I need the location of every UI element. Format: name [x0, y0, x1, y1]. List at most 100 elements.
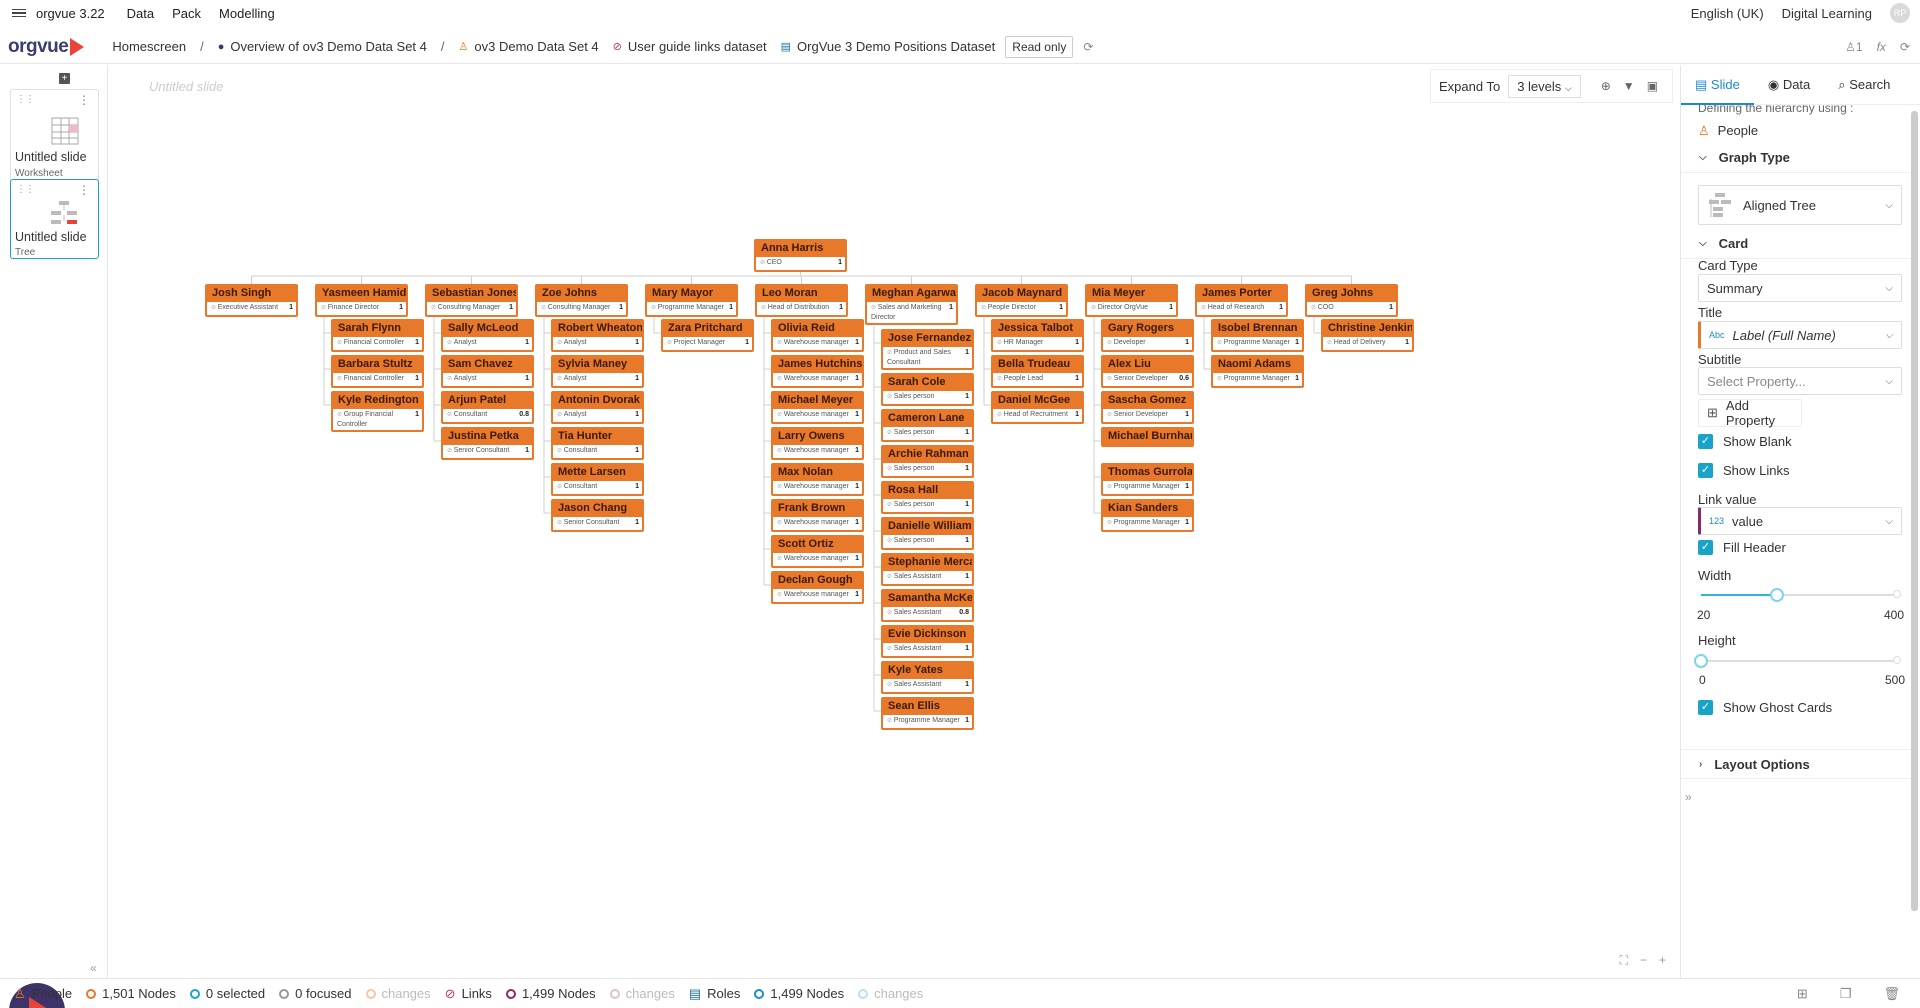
employee-card[interactable]: Frank Brown Warehouse manager1: [771, 499, 864, 532]
employee-card[interactable]: Sam Chavez Analyst1: [441, 355, 534, 388]
title-select[interactable]: Abc Label (Full Name) ⌵: [1698, 321, 1902, 349]
orgvue-logo[interactable]: orgvue: [8, 36, 85, 58]
zoom-in-icon[interactable]: +: [1659, 953, 1666, 968]
department-head-card[interactable]: Zoe Johns Consulting Manager1: [535, 284, 628, 317]
show-ghost-cards-checkbox[interactable]: ✓ Show Ghost Cards: [1698, 700, 1832, 715]
sync-icon[interactable]: ⟳: [1900, 40, 1910, 54]
employee-card[interactable]: Olivia Reid Warehouse manager1: [771, 319, 864, 352]
menu-pack[interactable]: Pack: [172, 6, 201, 21]
employee-card[interactable]: Rosa Hall Sales person1: [881, 481, 974, 514]
collapse-left-icon[interactable]: «: [90, 961, 97, 975]
link-value-select[interactable]: 123 value ⌵: [1698, 507, 1902, 535]
delete-icon[interactable]: 🗑: [1883, 986, 1900, 1002]
department-head-card[interactable]: Mia Meyer Director OrgVue1: [1085, 284, 1178, 317]
employee-card[interactable]: Evie Dickinson Sales Assistant1: [881, 625, 974, 658]
card-type-select[interactable]: Summary ⌵: [1698, 274, 1902, 302]
slide-thumbnail-worksheet[interactable]: ⋮⋮ ⋮ Untitled slide Worksheet: [10, 89, 99, 187]
employee-card[interactable]: Cameron Lane Sales person1: [881, 409, 974, 442]
employee-card[interactable]: Isobel Brennan Programme Manager1: [1211, 319, 1304, 352]
status-roles[interactable]: ▤ Roles: [689, 986, 741, 1002]
employee-card[interactable]: Tia Hunter Consultant1: [551, 427, 644, 460]
tree-canvas[interactable]: Untitled slide ⛶ − + Anna HarrisCEO1Josh…: [108, 65, 1680, 978]
breadcrumb-positions-dataset[interactable]: ▤ OrgVue 3 Demo Positions Dataset: [781, 39, 996, 54]
graph-type-section[interactable]: ⌵ Graph Type: [1681, 143, 1911, 173]
status-links-changes[interactable]: changes: [609, 986, 675, 1001]
slide-thumbnail-tree[interactable]: ⋮⋮ ⋮ Untitled slide Tree: [10, 179, 99, 259]
status-changes[interactable]: changes: [365, 986, 431, 1001]
department-head-card[interactable]: Jacob Maynard People Director1: [975, 284, 1068, 317]
zoom-out-icon[interactable]: −: [1640, 953, 1647, 968]
employee-card[interactable]: Sean Ellis Programme Manager1: [881, 697, 974, 730]
employee-card[interactable]: Arjun Patel Consultant0.8: [441, 391, 534, 424]
add-node-icon[interactable]: ⊞: [1797, 986, 1808, 1002]
employee-card[interactable]: Scott Ortiz Warehouse manager1: [771, 535, 864, 568]
show-links-checkbox[interactable]: ✓ Show Links: [1698, 463, 1789, 478]
department-head-card[interactable]: Josh Singh Executive Assistant1: [205, 284, 298, 317]
tab-search[interactable]: ⌕ Search: [1824, 65, 1904, 105]
department-head-card[interactable]: Mary Mayor Programme Manager1: [645, 284, 738, 317]
employee-card[interactable]: Sascha Gomez Senior Developer1: [1101, 391, 1194, 424]
language-selector[interactable]: English (UK): [1691, 6, 1764, 21]
department-head-card[interactable]: Meghan Agarwal Sales and Marketing Direct…: [865, 284, 958, 325]
panel-scrollbar[interactable]: [1911, 111, 1918, 911]
status-links-nodes[interactable]: 1,499 Nodes: [505, 986, 596, 1001]
breadcrumb-dataset[interactable]: ♙ ov3 Demo Data Set 4: [459, 39, 599, 54]
employee-card[interactable]: Sarah Cole Sales person1: [881, 373, 974, 406]
users-count[interactable]: ♙1: [1845, 40, 1862, 54]
department-head-card[interactable]: Yasmeen Hamidi Finance Director1: [315, 284, 408, 317]
employee-card[interactable]: Robert Wheaton Analyst1: [551, 319, 644, 352]
employee-card[interactable]: Samantha McKenzie Sales Assistant0.8: [881, 589, 974, 622]
drag-handle-icon[interactable]: ⋮⋮: [16, 184, 35, 195]
slider-knob[interactable]: [1694, 654, 1708, 668]
employee-card[interactable]: Archie Rahman Sales person1: [881, 445, 974, 478]
card-section[interactable]: ⌵ Card: [1681, 229, 1911, 259]
employee-card[interactable]: Jason Chang Senior Consultant1: [551, 499, 644, 532]
employee-card[interactable]: Sarah Flynn Financial Controller1: [331, 319, 424, 352]
copy-icon[interactable]: ❐: [1840, 986, 1852, 1002]
employee-card[interactable]: Antonin Dvorak Analyst1: [551, 391, 644, 424]
breadcrumb-homescreen[interactable]: Homescreen: [112, 39, 186, 54]
panel-scroll-area[interactable]: Defining the hierarchy using : ♙ People ⌵…: [1681, 105, 1911, 978]
employee-card[interactable]: Christine Jenkins Head of Delivery1: [1321, 319, 1414, 352]
breadcrumb-links-dataset[interactable]: ⊘ User guide links dataset: [613, 39, 767, 54]
user-avatar[interactable]: RP: [1890, 3, 1910, 23]
employee-card[interactable]: Daniel McGee Head of Recruitment1: [991, 391, 1084, 424]
add-property-button[interactable]: ⊞ Add Property: [1698, 398, 1802, 428]
employee-card[interactable]: James Hutchinson Warehouse manager1: [771, 355, 864, 388]
more-options-icon[interactable]: ⋮: [78, 93, 90, 107]
status-links[interactable]: ⊘ Links: [445, 986, 492, 1002]
formula-icon[interactable]: fx: [1877, 40, 1886, 54]
tab-slide[interactable]: ▤ Slide: [1681, 65, 1754, 105]
tab-data[interactable]: ◉ Data: [1754, 65, 1824, 105]
employee-card[interactable]: Michael Meyer Warehouse manager1: [771, 391, 864, 424]
department-head-card[interactable]: James Porter Head of Research1: [1195, 284, 1288, 317]
add-slide-button[interactable]: +: [59, 73, 70, 84]
employee-card[interactable]: Larry Owens Warehouse manager1: [771, 427, 864, 460]
employee-card[interactable]: Stephanie Mercado Sales Assistant1: [881, 553, 974, 586]
status-people-nodes[interactable]: 1,501 Nodes: [86, 986, 176, 1001]
status-roles-nodes[interactable]: 1,499 Nodes: [754, 986, 844, 1001]
department-head-card[interactable]: Greg Johns COO1: [1305, 284, 1398, 317]
employee-card[interactable]: Jessica Talbot HR Manager1: [991, 319, 1084, 352]
status-selected[interactable]: 0 selected: [189, 986, 265, 1001]
employee-card[interactable]: Michael Burnham: [1101, 427, 1194, 447]
employee-card[interactable]: Thomas Gurrola Programme Manager1: [1101, 463, 1194, 496]
refresh-icon[interactable]: ⟳: [1083, 40, 1093, 54]
employee-card[interactable]: Kyle Yates Sales Assistant1: [881, 661, 974, 694]
layout-options-section[interactable]: › Layout Options: [1681, 749, 1911, 779]
employee-card[interactable]: Mette Larsen Consultant1: [551, 463, 644, 496]
fit-screen-icon[interactable]: ⛶: [1620, 953, 1628, 968]
graph-type-select[interactable]: Aligned Tree ⌵: [1698, 185, 1902, 225]
status-roles-changes[interactable]: changes: [858, 986, 923, 1001]
department-head-card[interactable]: Leo Moran Head of Distribution1: [755, 284, 848, 317]
employee-card[interactable]: Jose Fernandez Product and Sales Consulta…: [881, 329, 974, 370]
employee-card[interactable]: Max Nolan Warehouse manager1: [771, 463, 864, 496]
status-people[interactable]: ♙ People: [14, 986, 72, 1002]
employee-card[interactable]: Alex Liu Senior Developer0.6: [1101, 355, 1194, 388]
collapse-right-icon[interactable]: »: [1685, 790, 1692, 804]
employee-card[interactable]: Kian Sanders Programme Manager1: [1101, 499, 1194, 532]
employee-card[interactable]: Sally McLeod Analyst1: [441, 319, 534, 352]
more-options-icon[interactable]: ⋮: [78, 183, 90, 197]
employee-card[interactable]: Kyle Redington Group Financial Controller…: [331, 391, 424, 432]
expand-levels-select[interactable]: 3 levels ⌵: [1508, 74, 1581, 98]
